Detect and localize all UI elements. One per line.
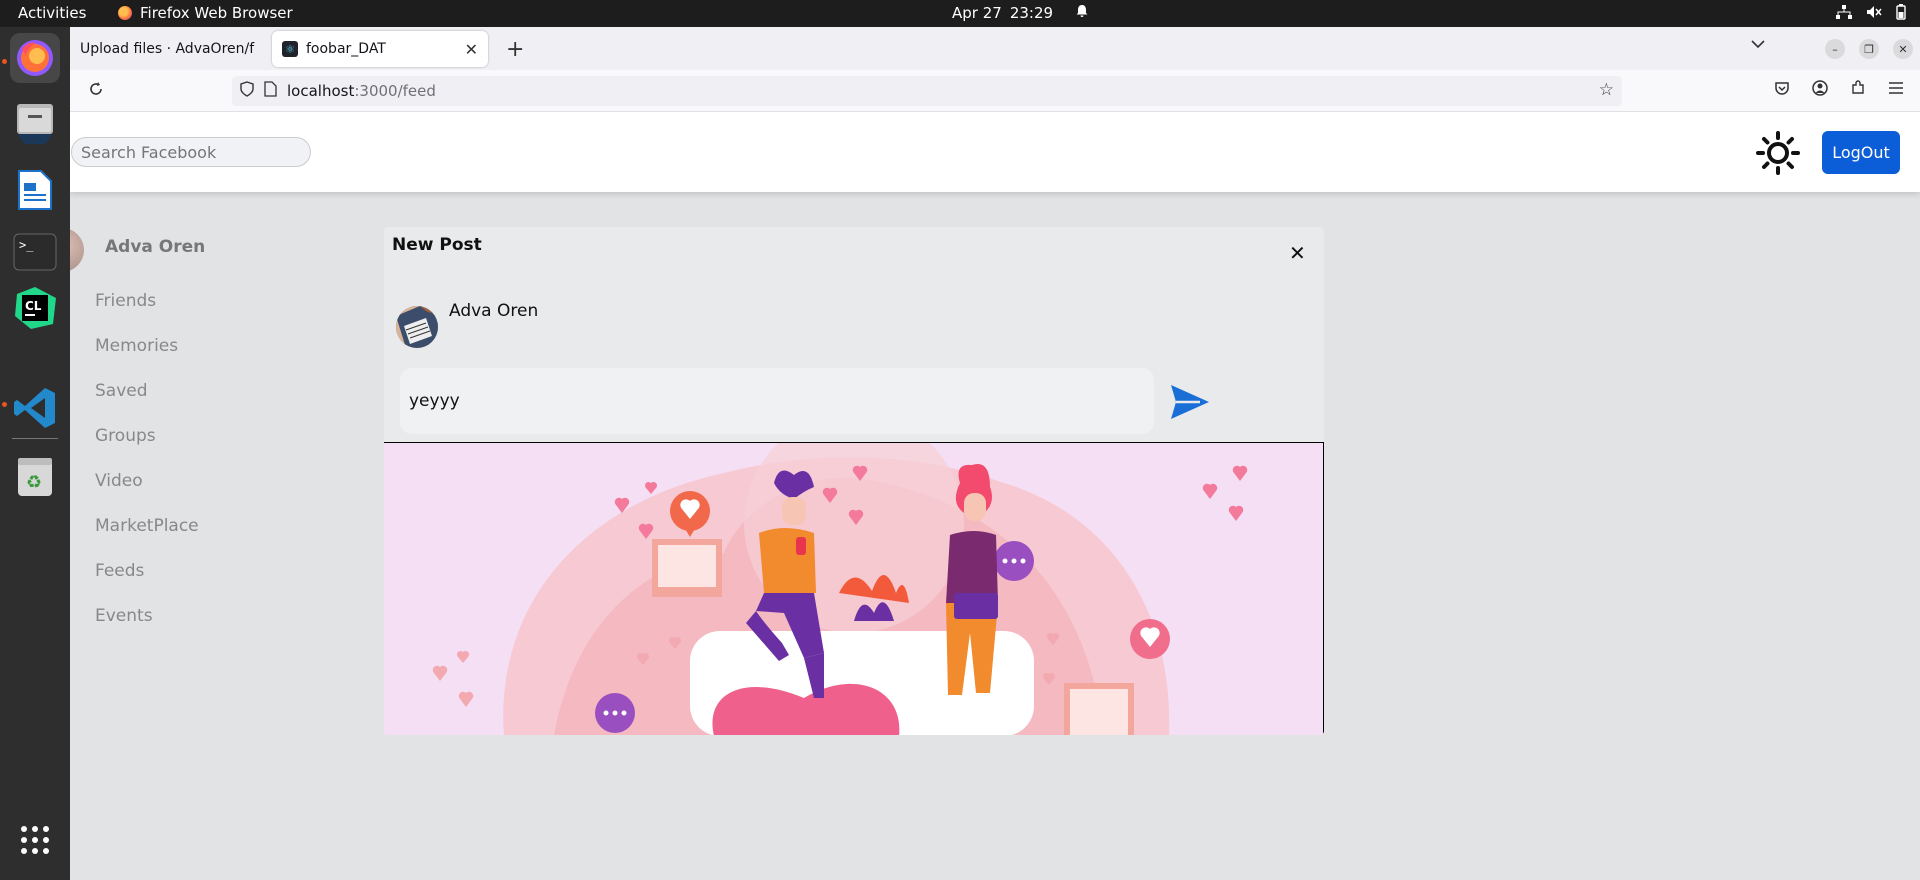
writer-icon[interactable] xyxy=(10,165,60,215)
close-icon[interactable]: ✕ xyxy=(1289,241,1306,265)
new-tab-button[interactable]: + xyxy=(506,37,524,62)
page-content: LogOut Adva Oren Friends Memories Saved … xyxy=(70,112,1920,880)
sun-icon[interactable] xyxy=(1756,131,1800,175)
post-image-preview xyxy=(384,442,1324,735)
sidebar-profile-name[interactable]: Adva Oren xyxy=(105,237,205,257)
modal-title: New Post xyxy=(392,235,482,255)
url-path: :3000/feed xyxy=(354,82,436,100)
new-post-modal: New Post ✕ Adva Oren xyxy=(384,227,1324,735)
trash-icon[interactable]: ♻ xyxy=(10,451,60,501)
url-host: localhost xyxy=(287,82,355,100)
logout-button[interactable]: LogOut xyxy=(1822,131,1900,174)
clion-icon[interactable]: CL xyxy=(10,283,60,333)
network-icon xyxy=(1836,5,1852,23)
minimize-button[interactable]: – xyxy=(1825,39,1845,59)
svg-text:CL: CL xyxy=(25,299,42,313)
tab-upload-files[interactable]: Upload files · AdvaOren/f xyxy=(70,31,270,67)
maximize-button[interactable]: ❐ xyxy=(1859,39,1879,59)
svg-text:♻: ♻ xyxy=(26,472,42,493)
toolbar-icons xyxy=(1774,80,1904,100)
sidebar-item-feeds[interactable]: Feeds xyxy=(95,561,144,581)
tab-foobar[interactable]: ⚛ foobar_DAT ✕ xyxy=(272,31,488,67)
app-menu[interactable]: Firefox Web Browser xyxy=(118,4,293,22)
clock[interactable]: Apr 27 23:29 xyxy=(952,4,1089,22)
volume-muted-icon xyxy=(1866,5,1882,23)
close-tab-icon[interactable]: ✕ xyxy=(465,40,478,59)
page-icon[interactable] xyxy=(264,81,277,101)
account-icon[interactable] xyxy=(1812,80,1828,100)
send-icon[interactable] xyxy=(1170,384,1210,420)
files-icon[interactable] xyxy=(10,98,60,148)
bookmark-star-icon[interactable]: ☆ xyxy=(1599,80,1614,100)
tab-title: foobar_DAT xyxy=(306,41,386,57)
date-label: Apr 27 xyxy=(952,4,1002,22)
avatar xyxy=(396,306,438,348)
running-indicator xyxy=(2,402,7,407)
battery-icon xyxy=(1896,4,1906,24)
navigation-bar: localhost:3000/feed ☆ xyxy=(70,70,1920,112)
tab-title: Upload files · AdvaOren/f xyxy=(80,41,255,57)
search-input[interactable] xyxy=(71,137,311,167)
dock-separator xyxy=(12,438,58,439)
sidebar-item-events[interactable]: Events xyxy=(95,606,153,626)
activities-button[interactable]: Activities xyxy=(18,4,86,22)
close-window-button[interactable]: ✕ xyxy=(1893,39,1913,59)
react-icon: ⚛ xyxy=(282,41,298,57)
sidebar: Adva Oren Friends Memories Saved Groups … xyxy=(70,192,380,880)
reload-icon[interactable] xyxy=(87,80,105,103)
apps-grid-icon[interactable] xyxy=(10,815,60,865)
avatar[interactable] xyxy=(70,228,84,272)
sidebar-item-friends[interactable]: Friends xyxy=(95,291,156,311)
sidebar-item-saved[interactable]: Saved xyxy=(95,381,148,401)
tab-strip: Upload files · AdvaOren/f ⚛ foobar_DAT ✕… xyxy=(70,27,1920,70)
terminal-icon[interactable]: >_ xyxy=(10,227,60,277)
shield-icon[interactable] xyxy=(240,81,254,101)
sidebar-item-marketplace[interactable]: MarketPlace xyxy=(95,516,199,536)
time-label: 23:29 xyxy=(1009,4,1054,22)
pocket-icon[interactable] xyxy=(1774,80,1790,100)
site-header: LogOut xyxy=(70,112,1920,192)
dock: >_ CL ♻ xyxy=(0,27,70,880)
running-indicator xyxy=(2,59,7,64)
firefox-icon[interactable] xyxy=(10,33,60,83)
app-name: Firefox Web Browser xyxy=(140,4,293,22)
sidebar-item-groups[interactable]: Groups xyxy=(95,426,156,446)
menu-icon[interactable] xyxy=(1888,80,1904,100)
svg-text:>_: >_ xyxy=(19,238,34,252)
firefox-icon xyxy=(118,6,132,20)
sidebar-item-video[interactable]: Video xyxy=(95,471,143,491)
system-top-bar: Activities Firefox Web Browser Apr 27 23… xyxy=(0,0,1920,27)
extensions-icon[interactable] xyxy=(1850,80,1866,100)
url-bar[interactable]: localhost:3000/feed ☆ xyxy=(232,76,1622,106)
post-author-name: Adva Oren xyxy=(449,301,539,321)
post-text-input[interactable] xyxy=(400,368,1154,434)
sidebar-item-memories[interactable]: Memories xyxy=(95,336,178,356)
list-all-tabs-button[interactable] xyxy=(1751,37,1765,53)
bell-icon xyxy=(1075,4,1089,22)
vscode-icon[interactable] xyxy=(10,383,60,433)
system-tray[interactable] xyxy=(1836,4,1906,24)
